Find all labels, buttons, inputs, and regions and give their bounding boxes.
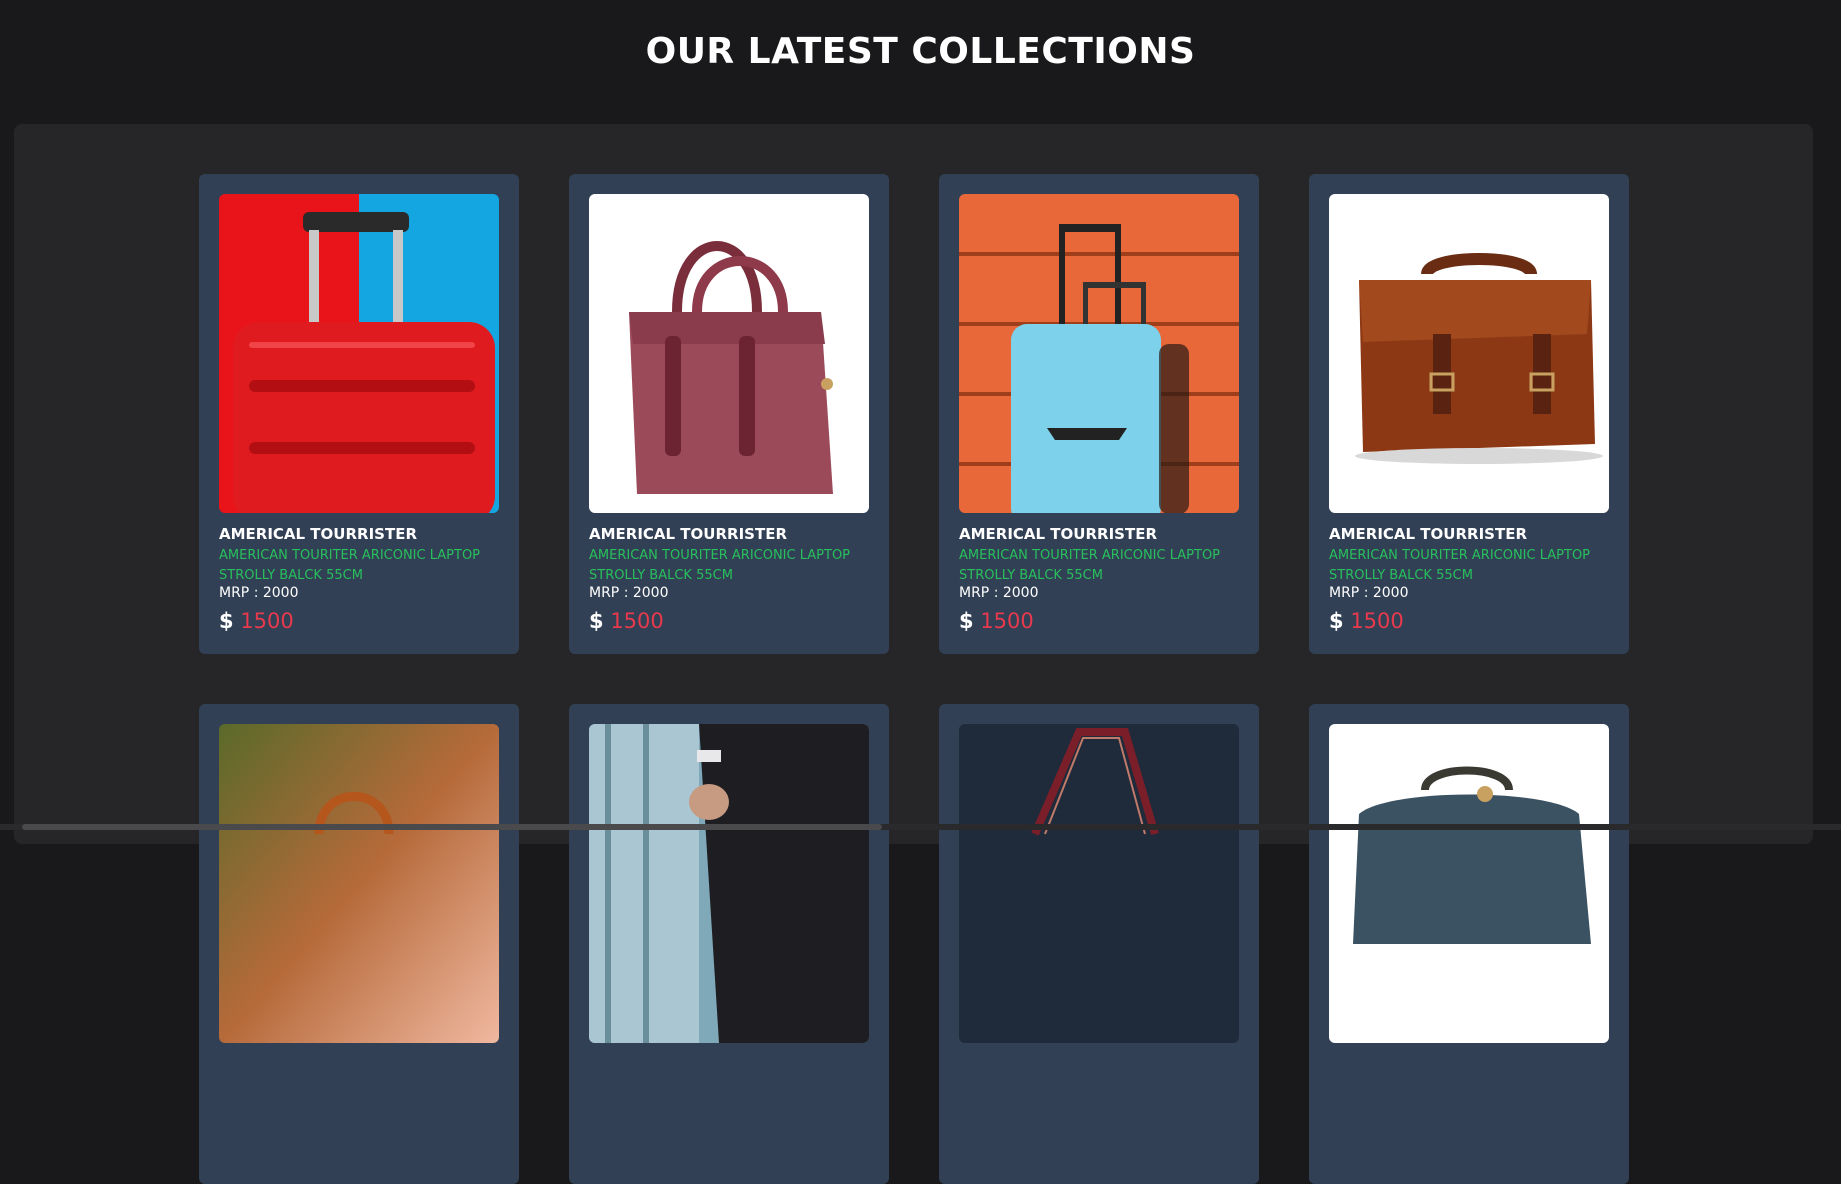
product-brand: AMERICAL TOURRISTER [1329,525,1527,543]
product-card[interactable] [199,704,519,1184]
product-price: $ 1500 [219,609,294,633]
currency-symbol: $ [1329,609,1344,633]
horizontal-scrollbar[interactable] [0,824,1841,830]
businessman-briefcase-image[interactable] [589,724,869,1043]
vintage-travel-bag-image[interactable] [1329,724,1609,1043]
price-amount: 1500 [1350,609,1404,633]
currency-symbol: $ [959,609,974,633]
dark-shoulder-bag-icon [959,724,1239,1043]
product-brand: AMERICAL TOURRISTER [219,525,417,543]
product-mrp: MRP : 2000 [219,585,299,601]
product-card[interactable]: AMERICAL TOURRISTER AMERICAN TOURITER AR… [569,174,889,654]
product-card[interactable]: AMERICAL TOURRISTER AMERICAN TOURITER AR… [939,174,1259,654]
dark-shoulder-bag-image[interactable] [959,724,1239,1043]
price-amount: 1500 [980,609,1034,633]
businessman-briefcase-icon [589,724,869,1043]
maroon-handbag-image[interactable] [589,194,869,513]
product-price: $ 1500 [959,609,1034,633]
product-card[interactable] [939,704,1259,1184]
product-description: AMERICAN TOURITER ARICONIC LAPTOP STROLL… [959,548,1221,583]
product-price: $ 1500 [589,609,664,633]
scrollbar-thumb[interactable] [22,824,882,830]
blue-suitcase-icon [959,194,1239,513]
brown-leather-bag-icon [1329,194,1609,513]
currency-symbol: $ [219,609,234,633]
product-card[interactable] [1309,704,1629,1184]
product-mrp: MRP : 2000 [959,585,1039,601]
maroon-handbag-icon [589,194,869,513]
blue-suitcase-image[interactable] [959,194,1239,513]
product-card[interactable] [569,704,889,1184]
product-price: $ 1500 [1329,609,1404,633]
red-suitcase-icon [219,194,499,513]
brown-leather-bag-image[interactable] [1329,194,1609,513]
tan-handbag-image[interactable] [219,724,499,1043]
product-card[interactable]: AMERICAL TOURRISTER AMERICAN TOURITER AR… [1309,174,1629,654]
product-description: AMERICAN TOURITER ARICONIC LAPTOP STROLL… [589,548,851,583]
product-description: AMERICAN TOURITER ARICONIC LAPTOP STROLL… [219,548,481,583]
product-card[interactable]: AMERICAL TOURRISTER AMERICAN TOURITER AR… [199,174,519,654]
vintage-travel-bag-icon [1329,724,1609,1043]
price-amount: 1500 [610,609,664,633]
tan-handbag-icon [219,724,499,1043]
product-brand: AMERICAL TOURRISTER [589,525,787,543]
currency-symbol: $ [589,609,604,633]
product-brand: AMERICAL TOURRISTER [959,525,1157,543]
product-mrp: MRP : 2000 [589,585,669,601]
product-mrp: MRP : 2000 [1329,585,1409,601]
red-suitcase-image[interactable] [219,194,499,513]
page-title: OUR LATEST COLLECTIONS [645,31,1196,72]
collections-panel: AMERICAL TOURRISTER AMERICAN TOURITER AR… [14,124,1813,1184]
price-amount: 1500 [240,609,294,633]
product-description: AMERICAN TOURITER ARICONIC LAPTOP STROLL… [1329,548,1591,583]
